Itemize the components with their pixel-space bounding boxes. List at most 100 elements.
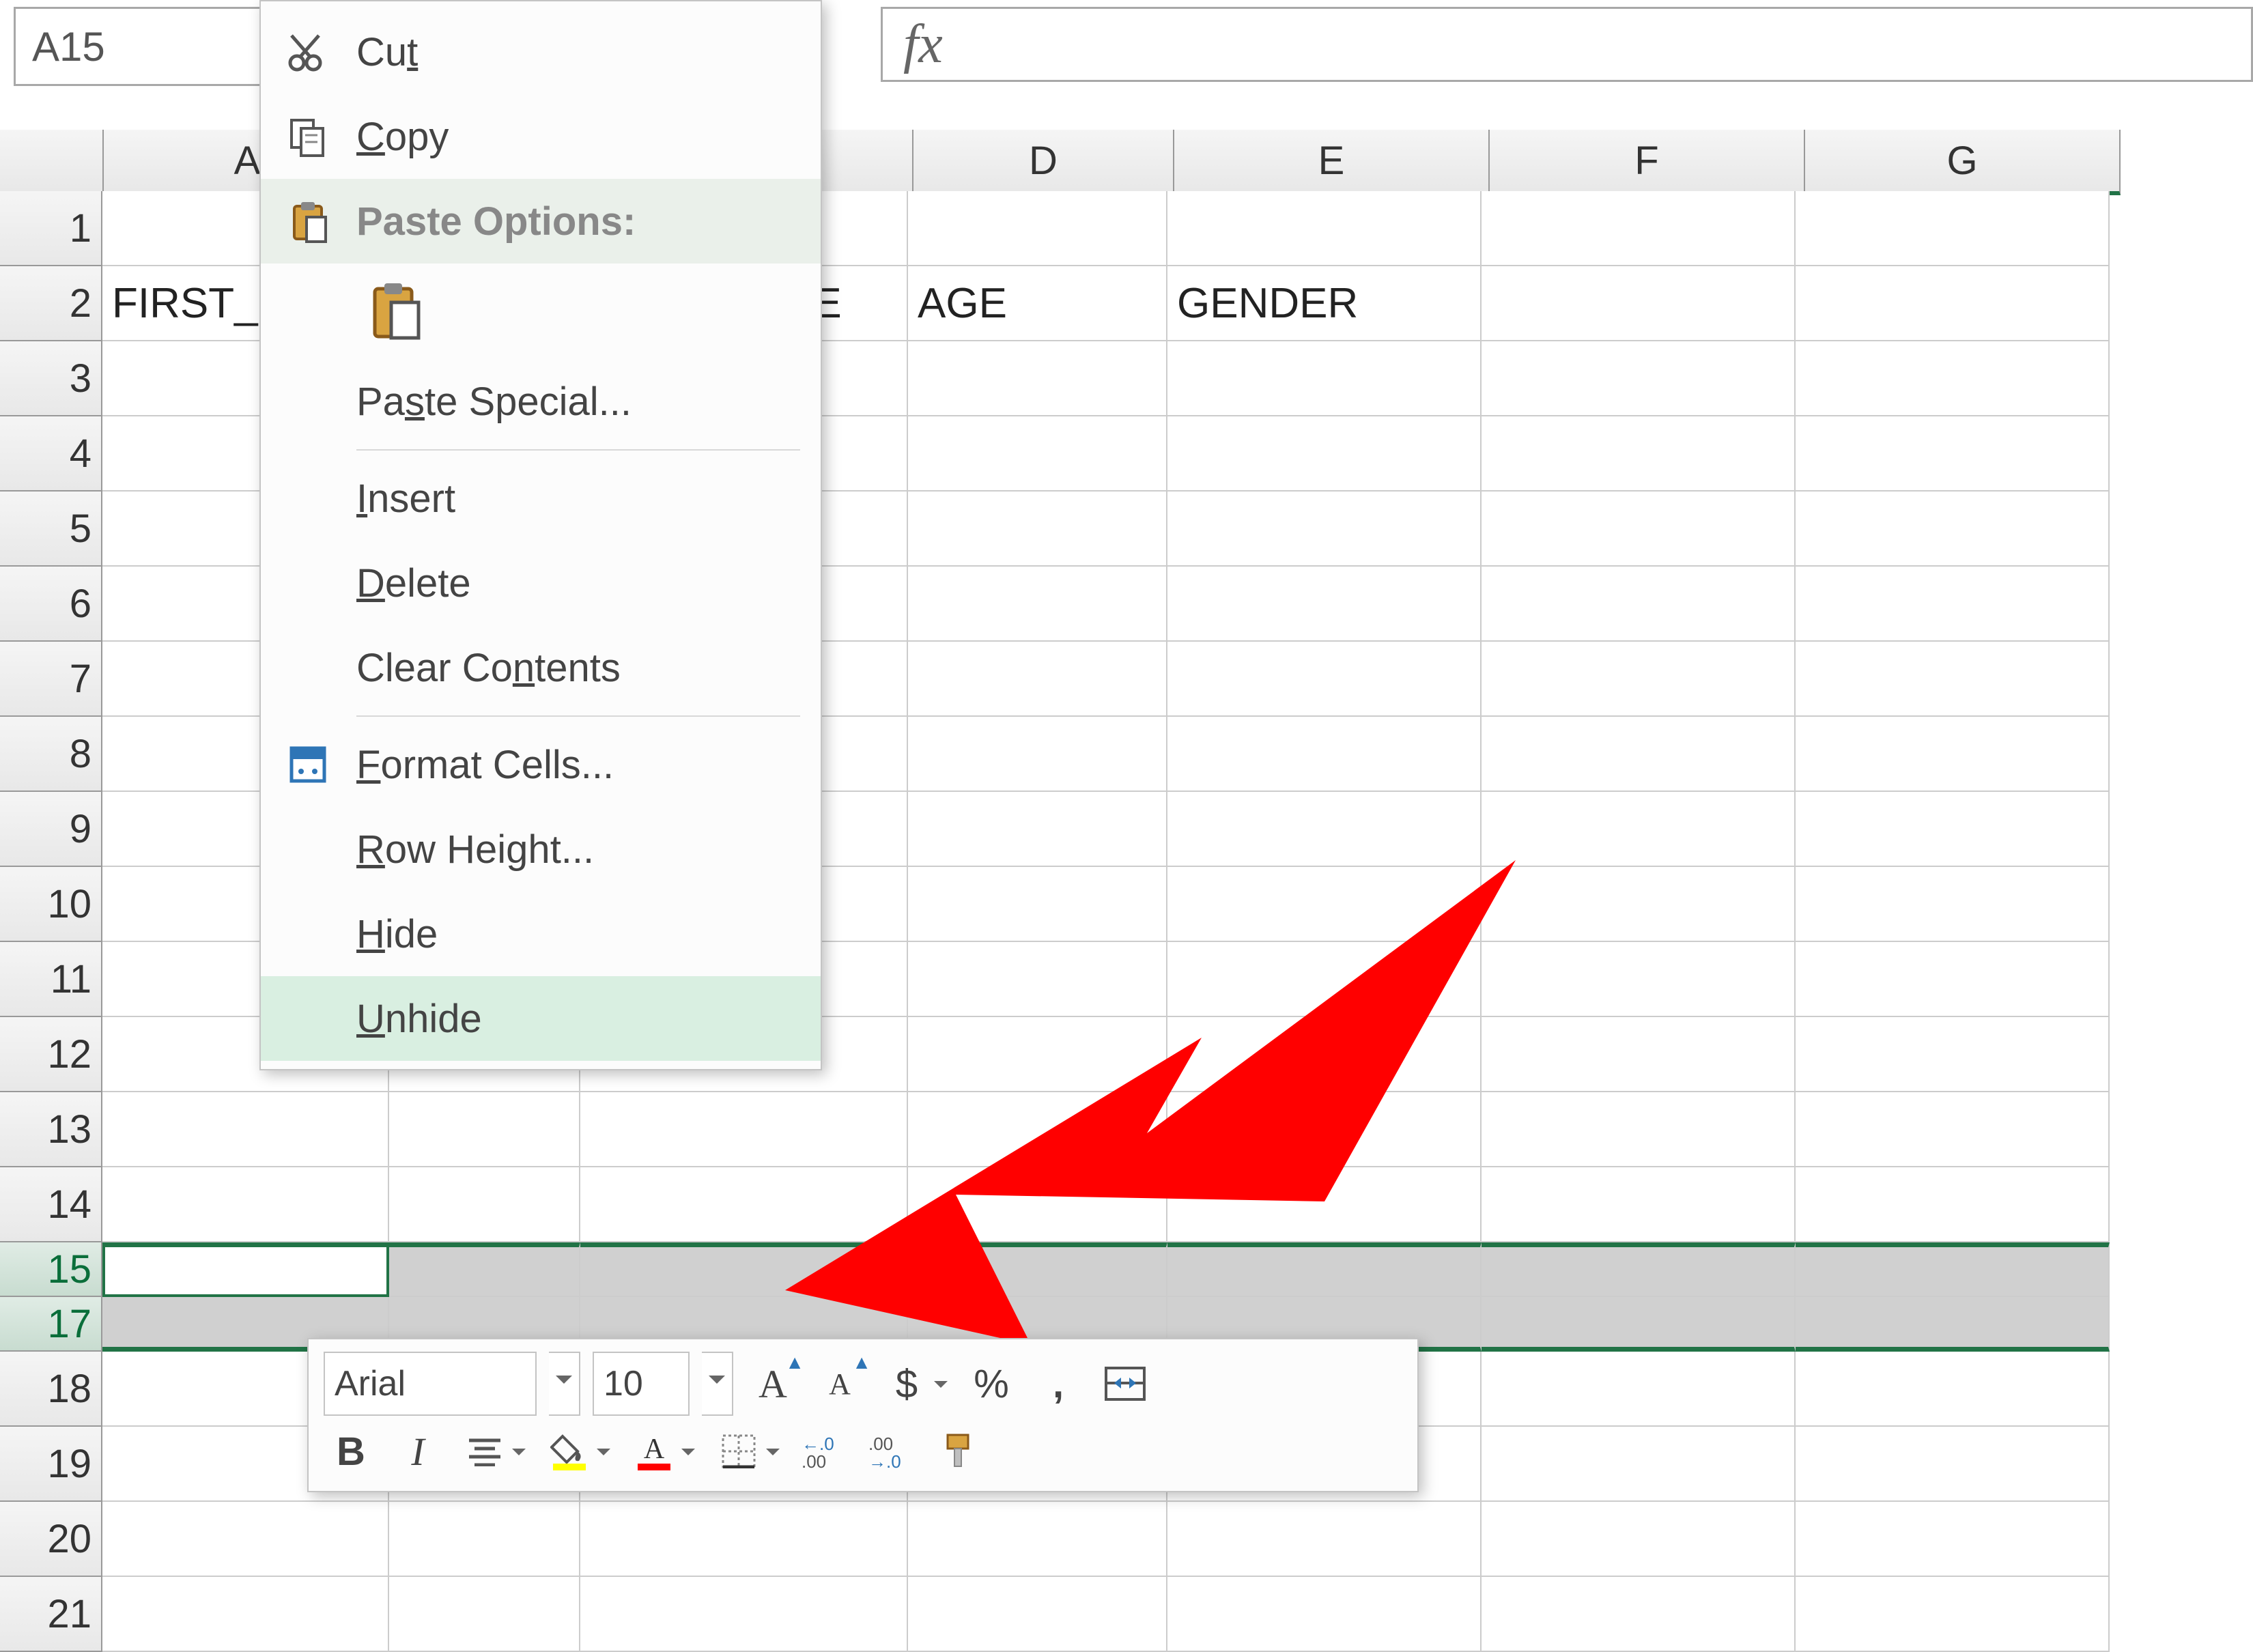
row-header-3[interactable]: 3	[0, 341, 102, 416]
cell-F4[interactable]	[1482, 416, 1796, 492]
cell-E12[interactable]	[1167, 1017, 1482, 1092]
font-name-dropdown[interactable]	[549, 1352, 580, 1416]
cell-F17[interactable]	[1482, 1297, 1796, 1352]
menu-item-row-height[interactable]: Row Height...	[261, 807, 821, 892]
cell-F19[interactable]	[1482, 1427, 1796, 1502]
cell-G8[interactable]	[1796, 717, 2110, 792]
cell-D1[interactable]	[908, 191, 1167, 266]
cell-G14[interactable]	[1796, 1167, 2110, 1242]
cell-E14[interactable]	[1167, 1167, 1482, 1242]
row-header-21[interactable]: 21	[0, 1577, 102, 1652]
cell-D21[interactable]	[908, 1577, 1167, 1652]
percent-format-button[interactable]: %	[964, 1356, 1019, 1411]
row-header-9[interactable]: 9	[0, 792, 102, 867]
cell-B13[interactable]	[389, 1092, 580, 1167]
cell-D14[interactable]	[908, 1167, 1167, 1242]
bold-button[interactable]: B	[324, 1424, 378, 1479]
row-header-6[interactable]: 6	[0, 567, 102, 642]
decrease-font-button[interactable]: A▲	[812, 1356, 867, 1411]
menu-item-format-cells[interactable]: Format Cells...	[261, 722, 821, 807]
cell-G5[interactable]	[1796, 492, 2110, 567]
cell-F6[interactable]	[1482, 567, 1796, 642]
format-painter-button[interactable]	[930, 1424, 984, 1479]
align-center-button[interactable]	[457, 1424, 512, 1479]
cell-A14[interactable]	[102, 1167, 389, 1242]
row-header-15[interactable]: 15	[0, 1242, 102, 1297]
borders-button[interactable]	[711, 1424, 766, 1479]
cell-E10[interactable]	[1167, 867, 1482, 942]
menu-item-cut[interactable]: Cut	[261, 10, 821, 94]
cell-D8[interactable]	[908, 717, 1167, 792]
row-header-11[interactable]: 11	[0, 942, 102, 1017]
cell-D5[interactable]	[908, 492, 1167, 567]
cell-E3[interactable]	[1167, 341, 1482, 416]
cell-G7[interactable]	[1796, 642, 2110, 717]
cell-G10[interactable]	[1796, 867, 2110, 942]
cell-G12[interactable]	[1796, 1017, 2110, 1092]
cell-G20[interactable]	[1796, 1502, 2110, 1577]
cell-C20[interactable]	[580, 1502, 908, 1577]
column-header-D[interactable]: D	[913, 130, 1174, 195]
font-size-select[interactable]: 10	[593, 1352, 690, 1416]
cell-G19[interactable]	[1796, 1427, 2110, 1502]
menu-item-insert[interactable]: Insert	[261, 456, 821, 541]
cell-G3[interactable]	[1796, 341, 2110, 416]
column-header-E[interactable]: E	[1174, 130, 1490, 195]
cell-E4[interactable]	[1167, 416, 1482, 492]
cell-F14[interactable]	[1482, 1167, 1796, 1242]
cell-E9[interactable]	[1167, 792, 1482, 867]
cell-D15[interactable]	[908, 1242, 1167, 1297]
cell-B20[interactable]	[389, 1502, 580, 1577]
row-header-20[interactable]: 20	[0, 1502, 102, 1577]
decrease-decimal-button[interactable]: .00→.0	[863, 1424, 918, 1479]
row-header-19[interactable]: 19	[0, 1427, 102, 1502]
italic-button[interactable]: I	[391, 1424, 445, 1479]
row-header-18[interactable]: 18	[0, 1352, 102, 1427]
row-header-8[interactable]: 8	[0, 717, 102, 792]
cell-E5[interactable]	[1167, 492, 1482, 567]
cell-E2[interactable]: GENDER	[1167, 266, 1482, 341]
menu-item-unhide[interactable]: Unhide	[261, 976, 821, 1061]
increase-font-button[interactable]: A▲	[746, 1356, 800, 1411]
cell-D13[interactable]	[908, 1092, 1167, 1167]
menu-item-hide[interactable]: Hide	[261, 892, 821, 976]
menu-item-copy[interactable]: Copy	[261, 94, 821, 179]
cell-D20[interactable]	[908, 1502, 1167, 1577]
font-size-dropdown[interactable]	[702, 1352, 733, 1416]
cell-B15[interactable]	[389, 1242, 580, 1297]
comma-format-button[interactable]: ,	[1031, 1356, 1086, 1411]
increase-decimal-button[interactable]: ←.0.00	[796, 1424, 851, 1479]
menu-item-paste-special[interactable]: Paste Special...	[261, 359, 821, 444]
column-header-G[interactable]: G	[1805, 130, 2121, 195]
cell-A15[interactable]	[102, 1242, 389, 1297]
paste-option-default[interactable]	[356, 272, 434, 350]
row-header-4[interactable]: 4	[0, 416, 102, 492]
row-header-7[interactable]: 7	[0, 642, 102, 717]
cell-F2[interactable]	[1482, 266, 1796, 341]
cell-E15[interactable]	[1167, 1242, 1482, 1297]
cell-E21[interactable]	[1167, 1577, 1482, 1652]
cell-F15[interactable]	[1482, 1242, 1796, 1297]
cell-F9[interactable]	[1482, 792, 1796, 867]
cell-F1[interactable]	[1482, 191, 1796, 266]
cell-E8[interactable]	[1167, 717, 1482, 792]
font-color-button[interactable]: A	[627, 1424, 681, 1479]
fill-color-button[interactable]	[542, 1424, 597, 1479]
cell-F8[interactable]	[1482, 717, 1796, 792]
cell-B14[interactable]	[389, 1167, 580, 1242]
cell-F11[interactable]	[1482, 942, 1796, 1017]
row-header-1[interactable]: 1	[0, 191, 102, 266]
cell-C13[interactable]	[580, 1092, 908, 1167]
cell-G13[interactable]	[1796, 1092, 2110, 1167]
cell-A20[interactable]	[102, 1502, 389, 1577]
column-header-F[interactable]: F	[1490, 130, 1805, 195]
row-header-17[interactable]: 17	[0, 1297, 102, 1352]
cell-G6[interactable]	[1796, 567, 2110, 642]
cell-C15[interactable]	[580, 1242, 908, 1297]
row-header-10[interactable]: 10	[0, 867, 102, 942]
cell-G9[interactable]	[1796, 792, 2110, 867]
merge-center-button[interactable]	[1098, 1356, 1152, 1411]
row-header-14[interactable]: 14	[0, 1167, 102, 1242]
cell-E7[interactable]	[1167, 642, 1482, 717]
menu-item-clear-contents[interactable]: Clear Contents	[261, 625, 821, 710]
